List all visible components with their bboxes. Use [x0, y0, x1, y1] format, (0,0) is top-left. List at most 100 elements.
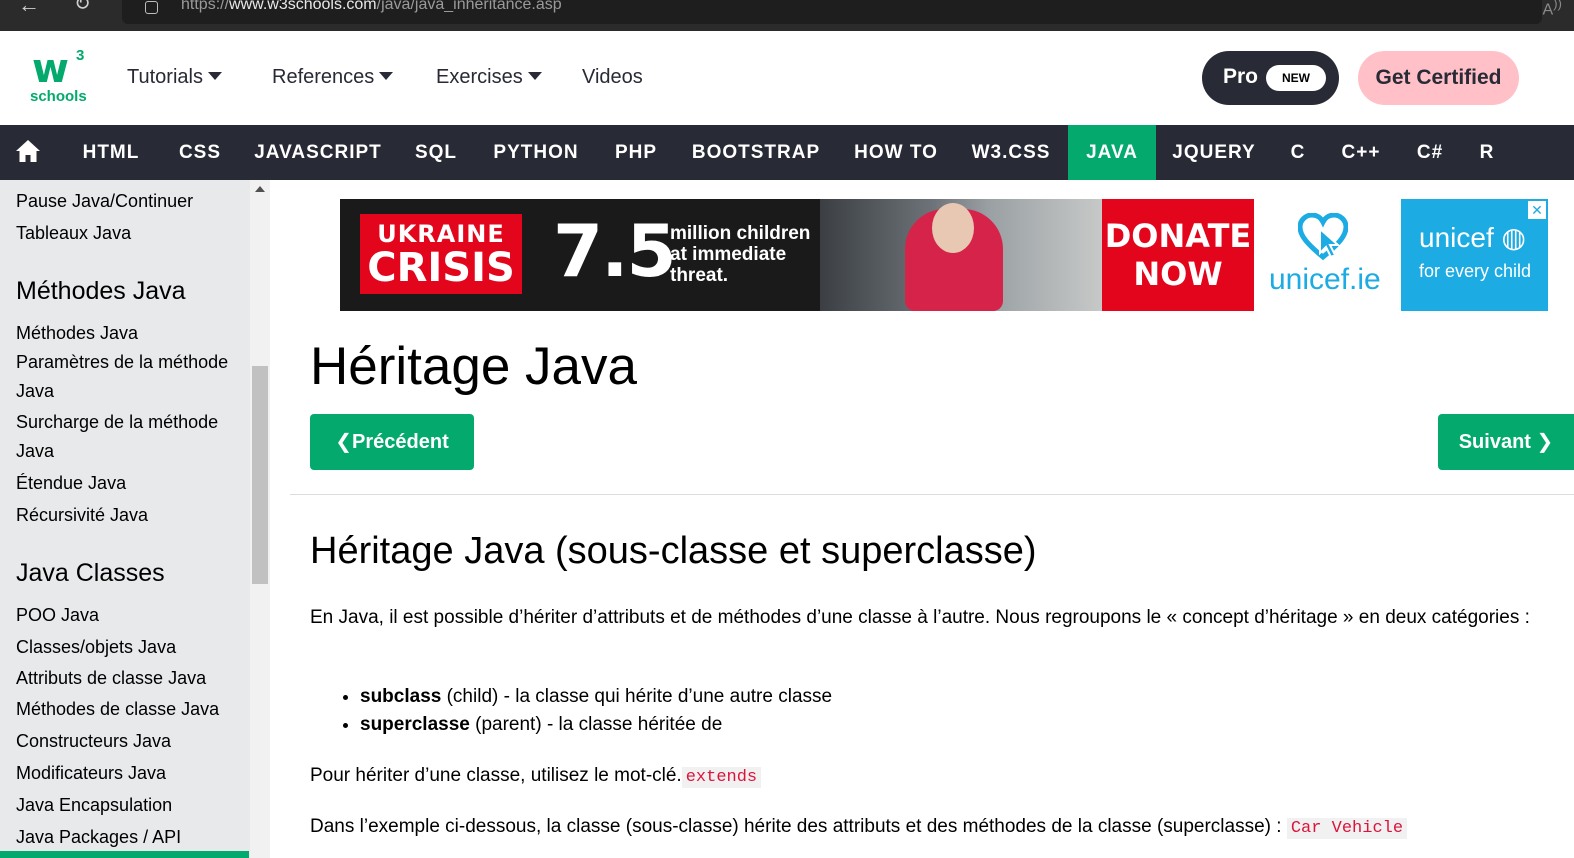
nav-cpp[interactable]: C++: [1326, 125, 1396, 180]
sidebar-link[interactable]: POO Java: [16, 600, 246, 630]
bullet-list: subclass (child) - la classe qui hérite …: [338, 683, 832, 739]
nav-sql[interactable]: SQL: [398, 125, 474, 180]
sidebar-link[interactable]: Java Packages / API: [16, 822, 246, 852]
sidebar-link[interactable]: Surcharge de la méthode Java: [16, 408, 246, 466]
page-title: Héritage Java: [310, 337, 638, 396]
sidebar-link[interactable]: Classes/objets Java: [16, 632, 246, 662]
donate-line: DONATE: [1104, 217, 1252, 255]
ukraine-crisis-label: UKRAINE CRISIS: [360, 214, 522, 294]
nav-javascript[interactable]: JAVASCRIPT: [240, 125, 396, 180]
sidebar-scrollbar[interactable]: [250, 180, 270, 858]
sidebar-link[interactable]: Étendue Java: [16, 468, 246, 498]
url-text[interactable]: https://www.w3schools.com/java/java_inhe…: [181, 0, 562, 14]
ad-close-icon[interactable]: ✕: [1528, 201, 1546, 219]
ad-banner[interactable]: UKRAINE CRISIS 7.5 million children at i…: [340, 199, 1548, 311]
nav-java[interactable]: JAVA: [1068, 125, 1156, 180]
extends-paragraph: Pour hériter d’une classe, utilisez le m…: [310, 762, 1570, 792]
ad-threat-line: at immediate: [670, 244, 787, 265]
new-badge: NEW: [1266, 65, 1326, 91]
sidebar-link[interactable]: Constructeurs Java: [16, 726, 246, 756]
site-header: w 3 schools Tutorials References Exercis…: [0, 31, 1574, 125]
nav-bootstrap[interactable]: BOOTSTRAP: [676, 125, 836, 180]
sidebar-heading: Java Classes: [16, 559, 165, 587]
caret-down-icon: [527, 72, 542, 80]
pro-label: Pro: [1223, 65, 1259, 88]
ad-ukraine-text: UKRAINE: [377, 220, 505, 248]
sidebar-link[interactable]: Attributs de classe Java: [16, 663, 246, 693]
home-icon[interactable]: [15, 139, 41, 163]
next-button[interactable]: Suivant ❯: [1438, 414, 1574, 470]
unicef-ie-text: unicef.ie: [1269, 263, 1381, 296]
section-title: Héritage Java (sous-classe et superclass…: [310, 530, 1037, 572]
unicef-logo: unicef ◍: [1419, 221, 1526, 254]
chevron-right-icon: ❯: [1536, 431, 1554, 453]
get-certified-button[interactable]: Get Certified: [1358, 51, 1519, 105]
chevron-left-icon: ❮: [335, 431, 353, 453]
scroll-up-arrow-icon[interactable]: [255, 186, 265, 192]
sidebar-heading: Méthodes Java: [16, 277, 186, 305]
ad-crisis-text: CRISIS: [367, 245, 515, 291]
nav-c[interactable]: C: [1272, 125, 1324, 180]
nav-w3css[interactable]: W3.CSS: [956, 125, 1066, 180]
sidebar-link[interactable]: Récursivité Java: [16, 500, 246, 530]
sidebar-link[interactable]: Méthodes Java: [16, 318, 246, 348]
list-item: subclass (child) - la classe qui hérite …: [360, 683, 832, 711]
menu-exercises[interactable]: Exercises: [436, 66, 542, 89]
sidebar-link[interactable]: Méthodes de classe Java: [16, 694, 246, 724]
w3schools-logo[interactable]: w 3 schools: [28, 46, 92, 107]
pro-button[interactable]: Pro NEW: [1202, 51, 1339, 105]
intro-paragraph: En Java, il est possible d’hériter d’att…: [310, 607, 1530, 628]
term-description: (child) - la classe qui hérite d’une aut…: [441, 686, 833, 707]
term-subclass: subclass: [360, 686, 442, 707]
ad-threat-line: threat.: [670, 265, 729, 286]
logo-text: schools: [30, 88, 87, 105]
donate-line: NOW: [1133, 255, 1223, 293]
browser-toolbar: ← ↻ https://www.w3schools.com/java/java_…: [0, 0, 1574, 31]
nav-csharp[interactable]: C#: [1398, 125, 1462, 180]
site-info-icon[interactable]: [145, 1, 158, 14]
code-car-vehicle: Car Vehicle: [1286, 818, 1408, 839]
nav-python[interactable]: PYTHON: [476, 125, 596, 180]
sidebar-link[interactable]: Tableaux Java: [16, 218, 246, 248]
nav-how-to[interactable]: HOW TO: [838, 125, 954, 180]
code-extends: extends: [681, 767, 762, 788]
menu-references[interactable]: References: [272, 66, 394, 89]
back-arrow-icon[interactable]: ←: [18, 0, 40, 16]
logo-sup: 3: [76, 47, 85, 64]
sidebar-link[interactable]: Paramètres de la méthode Java: [16, 348, 246, 406]
read-aloud-icon[interactable]: A)): [1542, 0, 1562, 19]
unicef-tagline: for every child: [1419, 261, 1532, 281]
topic-navbar: HTML CSS JAVASCRIPT SQL PYTHON PHP BOOTS…: [0, 125, 1574, 180]
heart-cursor-icon: [1298, 213, 1348, 261]
logo-w-mark: w: [32, 46, 69, 92]
previous-label: Précédent: [352, 431, 449, 453]
list-item: superclasse (parent) - la classe héritée…: [360, 711, 832, 739]
example-text: Dans l’exemple ci-dessous, la classe (so…: [310, 816, 1287, 837]
unicef-panel: unicef ◍ for every child: [1401, 199, 1548, 311]
example-paragraph: Dans l’exemple ci-dessous, la classe (so…: [310, 813, 1570, 843]
donate-now-button[interactable]: DONATE NOW: [1102, 199, 1254, 311]
nav-php[interactable]: PHP: [598, 125, 674, 180]
menu-videos[interactable]: Videos: [582, 66, 643, 89]
extends-text: Pour hériter d’une classe, utilisez le m…: [310, 765, 682, 786]
term-description: (parent) - la classe héritée de: [469, 714, 723, 735]
nav-r[interactable]: R: [1464, 125, 1510, 180]
globe-icon: ◍: [1501, 222, 1526, 253]
ad-threat-line: million children: [670, 223, 811, 244]
scrollbar-thumb[interactable]: [252, 366, 268, 584]
sidebar-link[interactable]: Java Encapsulation: [16, 790, 246, 820]
nav-html[interactable]: HTML: [64, 125, 158, 180]
term-superclass: superclasse: [360, 714, 470, 735]
sidebar-link[interactable]: Modificateurs Java: [16, 758, 246, 788]
reload-icon[interactable]: ↻: [74, 0, 91, 14]
sidebar-link[interactable]: Pause Java/Continuer: [16, 186, 246, 216]
ad-threat-text: million children at immediate threat.: [670, 223, 810, 286]
ad-big-number: 7.5: [553, 209, 677, 293]
next-label: Suivant: [1458, 431, 1531, 453]
nav-jquery[interactable]: JQUERY: [1158, 125, 1270, 180]
nav-css[interactable]: CSS: [162, 125, 238, 180]
menu-tutorials[interactable]: Tutorials: [127, 66, 222, 89]
previous-button[interactable]: ❮Précédent: [310, 414, 474, 470]
divider: [290, 494, 1574, 495]
ad-child-face: [932, 203, 974, 253]
